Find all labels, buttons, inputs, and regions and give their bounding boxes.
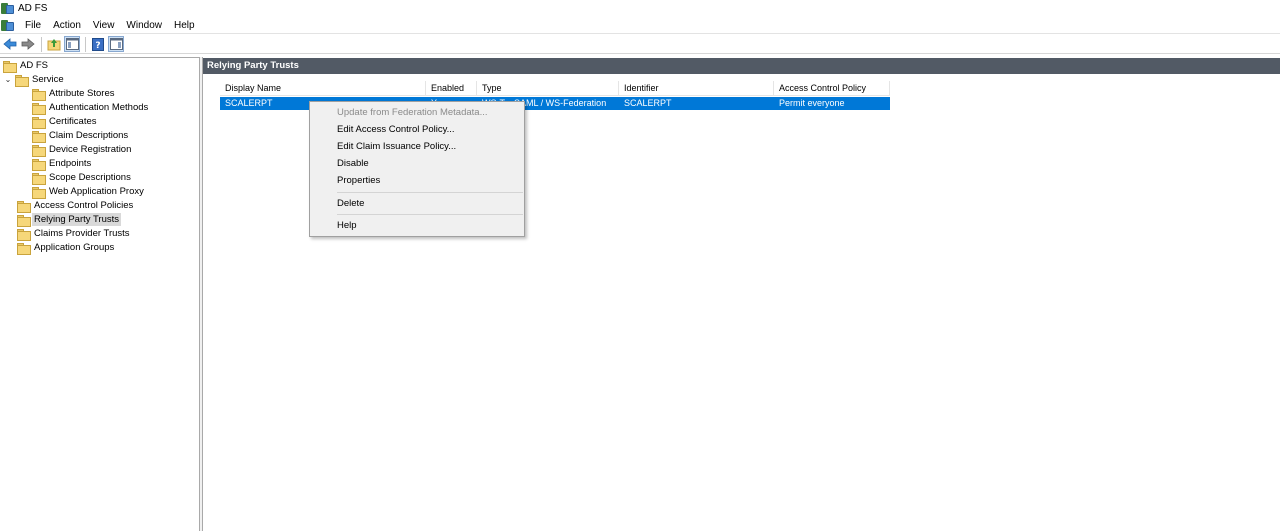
menu-item-delete[interactable]: Delete [311,195,523,212]
folder-icon [32,144,46,157]
column-header-display-name[interactable]: Display Name [220,81,426,95]
menu-file[interactable]: File [19,17,47,34]
menu-action[interactable]: Action [47,17,87,34]
cell-identifier: SCALERPT [624,98,672,108]
column-header-access-control-policy[interactable]: Access Control Policy [774,81,890,95]
menu-item-update-from-federation-metadata: Update from Federation Metadata... [337,107,488,118]
column-header-type[interactable]: Type [477,81,619,95]
menu-item-properties[interactable]: Properties [311,172,523,189]
tree-item-device-registration[interactable]: Device Registration [32,143,133,157]
menu-item-disable[interactable]: Disable [311,155,523,172]
menu-view[interactable]: View [87,17,121,34]
menu-item-edit-claim-issuance-policy[interactable]: Edit Claim Issuance Policy... [311,138,523,155]
tree-item-application-groups[interactable]: Application Groups [17,241,116,255]
help-icon[interactable]: ? [90,36,106,52]
tree-item-claim-descriptions[interactable]: Claim Descriptions [32,129,130,143]
window-title: AD FS [18,3,48,14]
svg-text:?: ? [95,41,100,51]
folder-icon [32,186,46,199]
folder-icon [17,242,31,255]
system-menu-icon[interactable] [1,19,14,32]
folder-icon [32,172,46,185]
toolbar-separator [41,36,42,52]
folder-icon [32,130,46,143]
tree-item-authentication-methods[interactable]: Authentication Methods [32,101,150,115]
column-header-enabled[interactable]: Enabled [426,81,477,95]
console-tree: AD FS ⌄ Service Attribute Stores Authent… [0,57,200,531]
up-folder-icon[interactable] [46,36,62,52]
toolbar: ? [0,35,1280,54]
folder-icon [17,200,31,213]
tree-item-scope-descriptions[interactable]: Scope Descriptions [32,171,133,185]
tree-item-relying-party-trusts[interactable]: Relying Party Trusts [17,213,121,227]
action-pane-icon[interactable] [108,36,124,52]
context-menu: Update from Federation Metadata... Edit … [309,101,525,237]
folder-icon [15,74,29,87]
folder-icon [32,102,46,115]
folder-icon [32,88,46,101]
tree-item-web-application-proxy[interactable]: Web Application Proxy [32,185,146,199]
tree-item-certificates[interactable]: Certificates [32,115,99,129]
title-bar: AD FS [0,0,1280,17]
menu-separator [337,192,523,193]
pane-header: Relying Party Trusts [203,58,1280,74]
menu-bar: File Action View Window Help [0,17,1280,34]
folder-icon [32,158,46,171]
menu-item-edit-access-control-policy[interactable]: Edit Access Control Policy... [311,121,523,138]
show-hide-tree-icon[interactable] [64,36,80,52]
tree-item-claims-provider-trusts[interactable]: Claims Provider Trusts [17,227,132,241]
chevron-down-icon[interactable]: ⌄ [3,75,13,85]
folder-icon [17,214,31,227]
menu-window[interactable]: Window [120,17,168,34]
table-header: Display Name Enabled Type Identifier Acc… [220,81,890,96]
folder-icon [3,60,17,73]
tree-item-attribute-stores[interactable]: Attribute Stores [32,87,116,101]
column-header-identifier[interactable]: Identifier [619,81,774,95]
back-arrow-icon[interactable] [2,36,18,52]
menu-separator [337,214,523,215]
toolbar-separator [85,36,86,52]
tree-item-service[interactable]: ⌄ Service [3,73,66,87]
adfs-app-icon [1,2,14,15]
folder-icon [32,116,46,129]
tree-item-adfs[interactable]: AD FS [3,59,50,73]
menu-help[interactable]: Help [168,17,201,34]
menu-item-help[interactable]: Help [311,217,523,234]
tree-item-endpoints[interactable]: Endpoints [32,157,93,171]
folder-icon [17,228,31,241]
forward-arrow-icon[interactable] [20,36,36,52]
cell-access-control-policy: Permit everyone [779,98,845,108]
tree-item-access-control-policies[interactable]: Access Control Policies [17,199,135,213]
